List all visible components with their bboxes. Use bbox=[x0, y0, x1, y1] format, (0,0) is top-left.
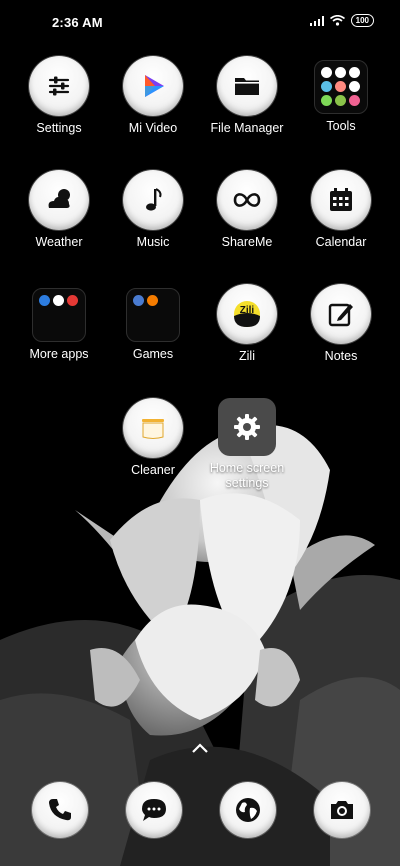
folder-icon bbox=[217, 56, 277, 116]
apps-folder-icon bbox=[32, 288, 86, 342]
battery-indicator: 100 bbox=[350, 14, 374, 27]
app-tools-folder[interactable]: Tools bbox=[295, 56, 387, 134]
camera-icon bbox=[314, 782, 370, 838]
signal-icon bbox=[309, 15, 324, 26]
app-label: ShareMe bbox=[221, 235, 273, 249]
home-settings-label: Home screen settings bbox=[209, 461, 285, 490]
app-file-manager[interactable]: File Manager bbox=[201, 56, 293, 136]
app-label: Mi Video bbox=[128, 121, 178, 135]
phone-icon bbox=[32, 782, 88, 838]
cleaner-icon bbox=[123, 398, 183, 458]
app-mi-video[interactable]: Mi Video bbox=[107, 56, 199, 136]
app-label: Notes bbox=[324, 349, 358, 363]
games-folder-icon bbox=[126, 288, 180, 342]
chevron-up-icon[interactable] bbox=[191, 742, 209, 754]
app-zili[interactable]: Zili Zili bbox=[201, 284, 293, 364]
app-label: More apps bbox=[29, 347, 89, 361]
tools-folder-icon bbox=[314, 60, 368, 114]
dock-browser[interactable] bbox=[202, 782, 294, 838]
app-music[interactable]: Music bbox=[107, 170, 199, 250]
app-label: Games bbox=[132, 347, 174, 361]
message-icon bbox=[126, 782, 182, 838]
app-cleaner[interactable]: Cleaner bbox=[107, 398, 199, 478]
dock-messaging[interactable] bbox=[108, 782, 200, 838]
note-edit-icon bbox=[311, 284, 371, 344]
globe-icon bbox=[220, 782, 276, 838]
wifi-icon bbox=[329, 15, 345, 26]
dock-phone[interactable] bbox=[14, 782, 106, 838]
status-icons: 100 bbox=[309, 14, 374, 27]
app-games-folder[interactable]: Games bbox=[107, 284, 199, 362]
app-label: File Manager bbox=[210, 121, 284, 135]
app-calendar[interactable]: Calendar bbox=[295, 170, 387, 250]
play-icon bbox=[123, 56, 183, 116]
app-label: Zili bbox=[239, 349, 255, 363]
app-settings[interactable]: Settings bbox=[13, 56, 105, 136]
app-label: Weather bbox=[35, 235, 83, 249]
music-note-icon bbox=[123, 170, 183, 230]
calendar-icon bbox=[311, 170, 371, 230]
home-screen-settings[interactable]: Home screen settings bbox=[201, 398, 293, 491]
app-label: Tools bbox=[326, 119, 356, 133]
status-time: 2:36 AM bbox=[52, 15, 103, 30]
app-label: Cleaner bbox=[131, 463, 175, 477]
status-bar: 2:36 AM 100 bbox=[0, 0, 400, 44]
infinity-icon bbox=[217, 170, 277, 230]
app-label: Calendar bbox=[315, 235, 367, 249]
gear-icon bbox=[218, 398, 276, 456]
sliders-icon bbox=[29, 56, 89, 116]
app-label: Music bbox=[136, 235, 170, 249]
svg-text:Zili: Zili bbox=[240, 305, 255, 316]
app-label: Settings bbox=[36, 121, 82, 135]
cloud-sun-icon bbox=[29, 170, 89, 230]
zili-icon: Zili bbox=[217, 284, 277, 344]
app-weather[interactable]: Weather bbox=[13, 170, 105, 250]
dock-camera[interactable] bbox=[296, 782, 388, 838]
app-notes[interactable]: Notes bbox=[295, 284, 387, 364]
app-more-apps-folder[interactable]: More apps bbox=[13, 284, 105, 362]
app-shareme[interactable]: ShareMe bbox=[201, 170, 293, 250]
